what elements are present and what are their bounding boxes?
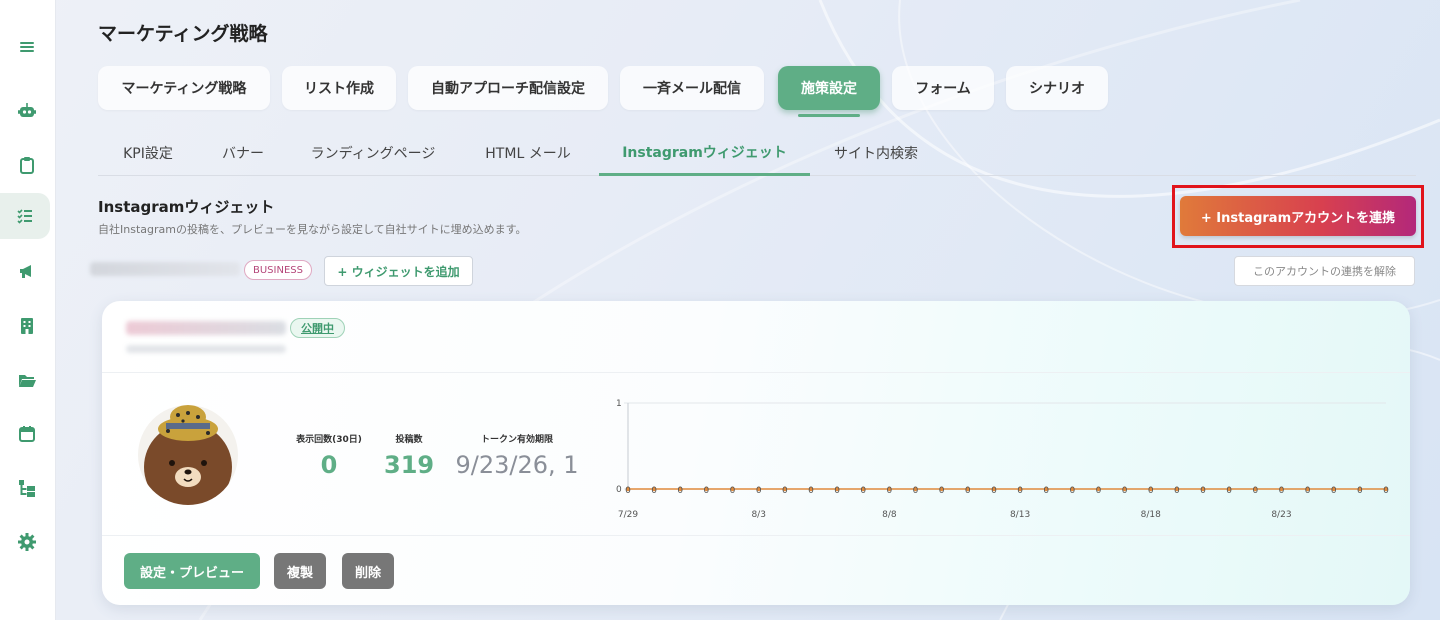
- chart-data-label: 0: [651, 486, 657, 496]
- subtab-kpi[interactable]: KPI設定: [98, 130, 198, 176]
- chart-x-tick-label: 8/23: [1271, 510, 1291, 520]
- connect-instagram-button[interactable]: + Instagramアカウントを連携: [1180, 196, 1416, 236]
- tab-scenario[interactable]: シナリオ: [1006, 66, 1108, 110]
- gear-icon[interactable]: [4, 519, 50, 565]
- chart-data-label: 0: [1279, 486, 1285, 496]
- chart-data-label: 0: [939, 486, 945, 496]
- chart-data-label: 0: [1383, 486, 1389, 496]
- chart-y-tick-label: 0: [616, 485, 622, 495]
- sub-tabs: KPI設定 バナー ランディングページ HTML メール Instagramウィ…: [98, 130, 1416, 176]
- section-title: Instagramウィジェット: [98, 198, 275, 216]
- chart-x-tick-label: 8/13: [1010, 510, 1030, 520]
- chart-data-label: 0: [1200, 486, 1206, 496]
- checklist-icon[interactable]: [0, 193, 50, 239]
- stat-views-label: 表示回数(30日): [296, 435, 362, 445]
- chart-data-label: 0: [1043, 486, 1049, 496]
- page-title: マーケティング戦略: [98, 23, 268, 45]
- bear-avatar-image: [138, 405, 238, 505]
- status-badge: 公開中: [290, 318, 345, 338]
- views-chart-svg: 1 0 0 0 0 0 0 0 0 0 0 0 0 0 0 0 0 0 0 0 0 0 0 0 0 0 0 0 0 0 0 0 7/29 8/3 8…: [616, 399, 1389, 520]
- avatar: [138, 405, 238, 505]
- chart-data-label: 0: [1357, 486, 1363, 496]
- chart-y-tick-label: 1: [616, 399, 622, 409]
- chart-data-label: 0: [1069, 486, 1075, 496]
- chart-data-label: 0: [1174, 486, 1180, 496]
- chart-data-label: 0: [782, 486, 788, 496]
- chart-data-label: 0: [860, 486, 866, 496]
- chart-data-label: 0: [1226, 486, 1232, 496]
- chart-data-label: 0: [1305, 486, 1311, 496]
- tab-list-creation[interactable]: リスト作成: [282, 66, 396, 110]
- chart-data-label: 0: [756, 486, 762, 496]
- stat-posts-value: 319: [384, 451, 435, 479]
- widget-card: 公開中 表示回数(30日) 0 投稿数 319 トークン有効期限 9/23/26…: [102, 301, 1410, 605]
- settings-preview-button[interactable]: 設定・プレビュー: [124, 553, 260, 589]
- tab-auto-approach[interactable]: 自動アプローチ配信設定: [408, 66, 608, 110]
- menu-icon[interactable]: [4, 24, 50, 70]
- tab-form[interactable]: フォーム: [892, 66, 994, 110]
- chart-data-label: 0: [677, 486, 683, 496]
- widget-card-footer: 設定・プレビュー 複製 削除: [102, 535, 1410, 605]
- disconnect-account-button[interactable]: このアカウントの連携を解除: [1234, 256, 1415, 286]
- subtab-html-mail[interactable]: HTML メール: [458, 130, 598, 176]
- chart-data-label: 0: [1096, 486, 1102, 496]
- widget-card-header: 公開中: [102, 301, 1410, 373]
- folder-open-icon[interactable]: [4, 357, 50, 403]
- megaphone-icon[interactable]: [4, 248, 50, 294]
- chart-x-tick-label: 8/8: [882, 510, 897, 520]
- chart-data-label: 0: [704, 486, 710, 496]
- stat-posts-label: 投稿数: [395, 435, 423, 445]
- views-chart: 1 0 0 0 0 0 0 0 0 0 0 0 0 0 0 0 0 0 0 0 0 0 0 0 0 0 0 0 0 0 0 0 7/29 8/3 8…: [608, 393, 1398, 523]
- tab-measure-settings[interactable]: 施策設定: [778, 66, 880, 110]
- robot-icon[interactable]: [4, 88, 50, 134]
- widget-subtitle-redacted: [126, 345, 286, 353]
- sidebar: [0, 0, 56, 620]
- active-tab-indicator: [798, 114, 860, 117]
- chart-data-label: 0: [1252, 486, 1258, 496]
- subtab-banner[interactable]: バナー: [198, 130, 288, 176]
- account-name-redacted: [90, 262, 240, 276]
- chart-data-label: 0: [913, 486, 919, 496]
- sitemap-icon[interactable]: [4, 465, 50, 511]
- chart-data-label: 0: [965, 486, 971, 496]
- business-badge: BUSINESS: [244, 260, 312, 280]
- delete-button[interactable]: 削除: [342, 553, 394, 589]
- clipboard-icon[interactable]: [4, 142, 50, 188]
- stat-views-value: 0: [320, 451, 338, 479]
- stat-posts: 投稿数 319: [384, 432, 434, 479]
- chart-data-label: 0: [887, 486, 893, 496]
- chart-data-label: 0: [1122, 486, 1128, 496]
- chart-x-tick-label: 7/29: [618, 510, 638, 520]
- widget-name-redacted: [126, 321, 286, 335]
- add-widget-button[interactable]: + ウィジェットを追加: [324, 256, 473, 286]
- chart-data-label: 0: [730, 486, 736, 496]
- chart-data-label: 0: [991, 486, 997, 496]
- chart-data-label: 0: [834, 486, 840, 496]
- chart-data-label: 0: [1017, 486, 1023, 496]
- calendar-icon[interactable]: [4, 411, 50, 457]
- subtab-instagram-widget[interactable]: Instagramウィジェット: [599, 130, 810, 176]
- subtab-landing-page[interactable]: ランディングページ: [288, 130, 458, 176]
- duplicate-button[interactable]: 複製: [274, 553, 326, 589]
- stat-views: 表示回数(30日) 0: [292, 432, 366, 479]
- stat-token-expiry: トークン有効期限 9/23/26, 1: [452, 432, 582, 479]
- tab-bulk-mail[interactable]: 一斉メール配信: [620, 66, 764, 110]
- chart-x-tick-label: 8/3: [751, 510, 765, 520]
- building-icon[interactable]: [4, 303, 50, 349]
- chart-data-label: 0: [1148, 486, 1154, 496]
- tab-marketing-strategy[interactable]: マーケティング戦略: [98, 66, 270, 110]
- stat-token-value: 9/23/26, 1: [455, 451, 579, 479]
- chart-data-label: 0: [1331, 486, 1337, 496]
- chart-x-tick-label: 8/18: [1141, 510, 1161, 520]
- section-description: 自社Instagramの投稿を、プレビューを見ながら設定して自社サイトに埋め込め…: [98, 223, 527, 236]
- chart-data-label: 0: [808, 486, 814, 496]
- chart-data-label: 0: [625, 486, 631, 496]
- stat-token-label: トークン有効期限: [480, 435, 553, 445]
- subtab-site-search[interactable]: サイト内検索: [810, 130, 942, 176]
